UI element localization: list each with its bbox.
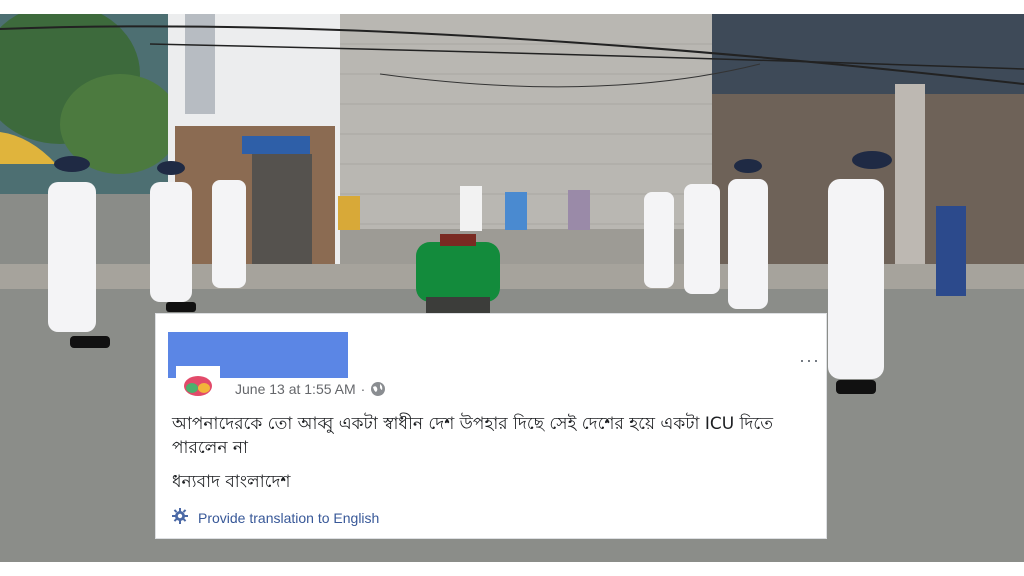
globe-icon xyxy=(370,381,386,397)
translate-label[interactable]: Provide translation to English xyxy=(198,510,379,526)
post-card: ··· June 13 at 1:55 AM · আপনাদেরকে তো আব… xyxy=(156,314,826,538)
post-text-line: আপনাদেরকে তো আব্বু একটা স্বাধীন দেশ উপহা… xyxy=(172,414,773,458)
gear-icon xyxy=(172,508,188,527)
more-options-icon[interactable]: ··· xyxy=(799,350,820,371)
translate-link[interactable]: Provide translation to English xyxy=(172,508,379,527)
post-text: আপনাদেরকে তো আব্বু একটা স্বাধীন দেশ উপহা… xyxy=(172,412,812,494)
post-meta: June 13 at 1:55 AM · xyxy=(235,381,386,397)
post-text-line: ধন্যবাদ বাংলাদেশ xyxy=(172,472,291,492)
meta-separator: · xyxy=(360,381,366,397)
post-timestamp[interactable]: June 13 at 1:55 AM xyxy=(235,381,356,397)
avatar[interactable] xyxy=(176,366,220,406)
